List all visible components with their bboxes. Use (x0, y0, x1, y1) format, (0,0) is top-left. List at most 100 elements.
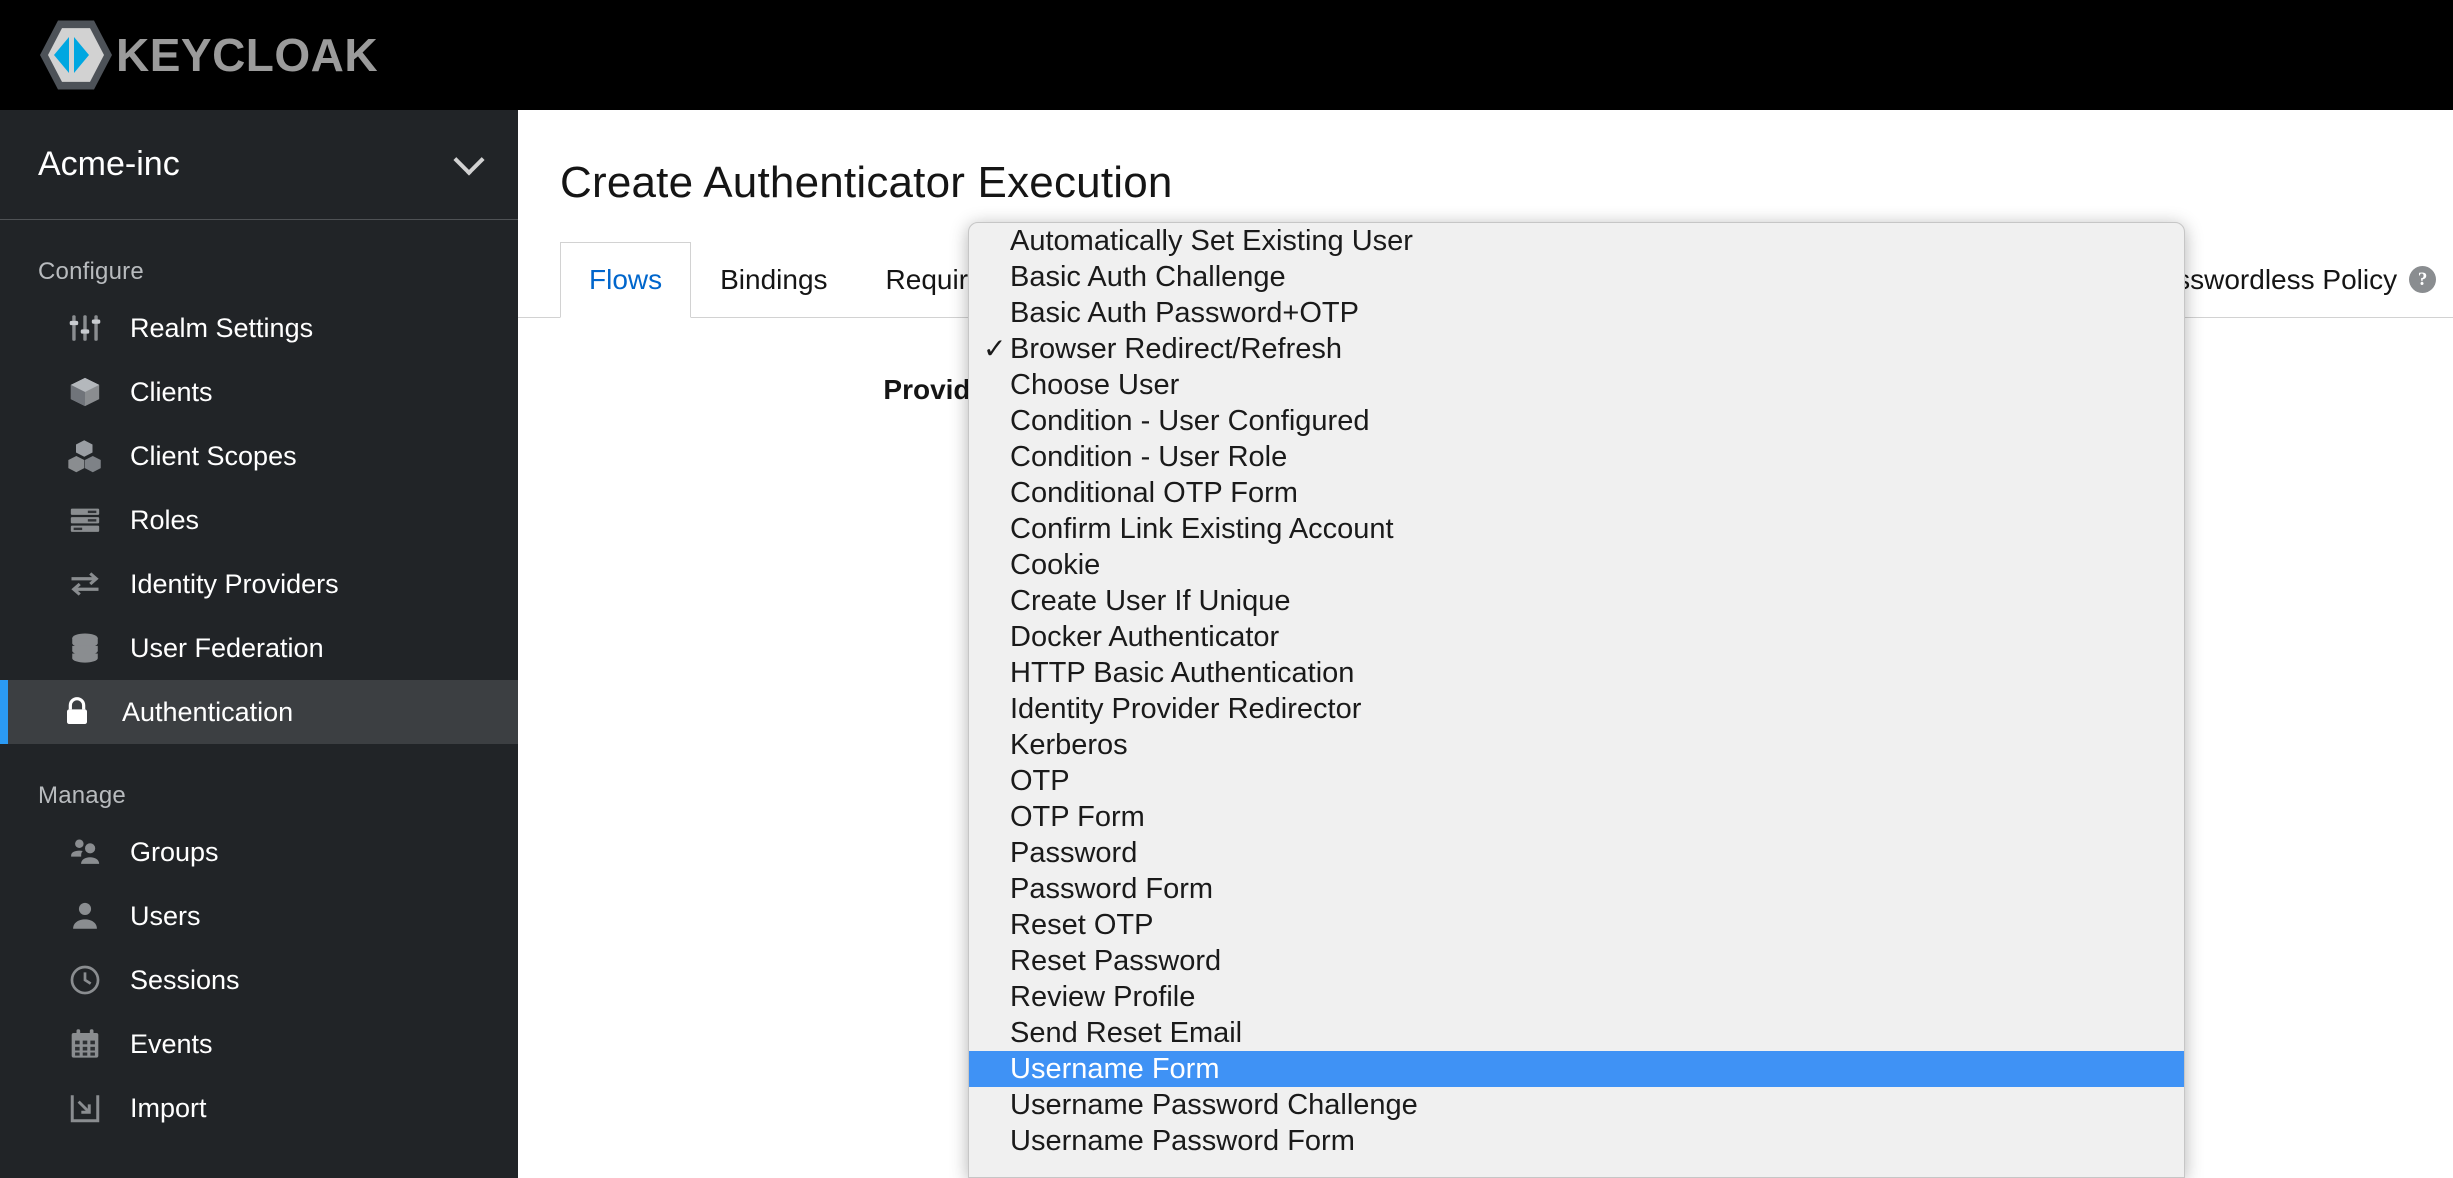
dropdown-option[interactable]: Password Form (969, 871, 2184, 907)
nav-group-title-configure: Configure (38, 258, 144, 285)
dropdown-option-label: Reset OTP (1010, 908, 1154, 941)
dropdown-option[interactable]: Cookie (969, 547, 2184, 583)
dropdown-option[interactable]: Condition - User Configured (969, 403, 2184, 439)
sidebar-item-label: Client Scopes (130, 440, 297, 471)
dropdown-option-label: Condition - User Configured (1010, 404, 1370, 437)
dropdown-option[interactable]: Username Password Form (969, 1123, 2184, 1159)
dropdown-option-label: Kerberos (1010, 728, 1128, 761)
dropdown-option[interactable]: Reset Password (969, 943, 2184, 979)
tab-flows[interactable]: Flows (560, 242, 692, 318)
dropdown-option-label: Choose User (1010, 368, 1180, 401)
masthead: KEYCLOAK (0, 0, 2453, 110)
sidebar-item-events[interactable]: Events (0, 1012, 518, 1076)
users-icon (66, 833, 104, 871)
dropdown-option[interactable]: ✓ Browser Redirect/Refresh (969, 331, 2184, 367)
dropdown-option-label: OTP Form (1010, 800, 1145, 833)
database-icon (66, 629, 104, 667)
keycloak-hex-logo-icon (40, 15, 112, 95)
dropdown-option[interactable]: Password (969, 835, 2184, 871)
user-icon (66, 897, 104, 935)
dropdown-option[interactable]: Choose User (969, 367, 2184, 403)
sidebar-item-authentication[interactable]: Authentication (0, 680, 518, 744)
sidebar-item-label: Identity Providers (130, 568, 339, 599)
sidebar-item-realm-settings[interactable]: Realm Settings (0, 296, 518, 360)
dropdown-option[interactable]: Username Password Challenge (969, 1087, 2184, 1123)
dropdown-option-label: Username Form (1010, 1052, 1220, 1085)
cubes-icon (66, 437, 104, 475)
dropdown-option-label: Username Password Challenge (1010, 1088, 1418, 1121)
dropdown-option[interactable]: Docker Authenticator (969, 619, 2184, 655)
sliders-icon (66, 309, 104, 347)
check-icon: ✓ (983, 333, 1007, 364)
dropdown-option-label: Username Password Form (1010, 1124, 1355, 1157)
dropdown-option-label: Docker Authenticator (1010, 620, 1280, 653)
dropdown-option-label: Basic Auth Challenge (1010, 260, 1286, 293)
sidebar-item-label: Import (130, 1092, 207, 1123)
dropdown-option-label: Identity Provider Redirector (1010, 692, 1362, 725)
dropdown-option-label: Password (1010, 836, 1138, 869)
exchange-arrows-icon (66, 565, 104, 603)
realm-selector[interactable]: Acme-inc (0, 110, 518, 220)
dropdown-option[interactable]: Create User If Unique (969, 583, 2184, 619)
dropdown-option[interactable]: Basic Auth Password+OTP (969, 295, 2184, 331)
sidebar-item-label: Groups (130, 836, 219, 867)
dropdown-option[interactable]: Send Reset Email (969, 1015, 2184, 1051)
sidebar-item-roles[interactable]: Roles (0, 488, 518, 552)
dropdown-option[interactable]: Username Form (969, 1051, 2184, 1087)
dropdown-option[interactable]: Confirm Link Existing Account (969, 511, 2184, 547)
realm-name: Acme-inc (38, 145, 180, 183)
sidebar-item-label: Authentication (122, 696, 294, 727)
dropdown-option[interactable]: Condition - User Role (969, 439, 2184, 475)
sidebar-item-label: Roles (130, 504, 200, 535)
sidebar-item-label: Clients (130, 376, 213, 407)
sidebar-item-clients[interactable]: Clients (0, 360, 518, 424)
page-title: Create Authenticator Execution (560, 158, 1173, 207)
brand-logo[interactable]: KEYCLOAK (40, 15, 378, 95)
dropdown-option[interactable]: Automatically Set Existing User (969, 223, 2184, 259)
sidebar-item-label: Events (130, 1028, 213, 1059)
dropdown-option[interactable]: Conditional OTP Form (969, 475, 2184, 511)
tab-label: Flows (589, 264, 663, 295)
dropdown-option-label: Browser Redirect/Refresh (1010, 332, 1342, 365)
nav-group-manage: Manage Groups Users Sessions Events Impo… (0, 744, 518, 1140)
dropdown-option-label: Conditional OTP Form (1010, 476, 1298, 509)
help-circle-icon[interactable]: ? (2409, 266, 2437, 293)
dropdown-option-label: OTP (1010, 764, 1070, 797)
chevron-down-icon (453, 143, 485, 176)
sidebar-item-sessions[interactable]: Sessions (0, 948, 518, 1012)
dropdown-option[interactable]: Review Profile (969, 979, 2184, 1015)
dropdown-option-label: Cookie (1010, 548, 1101, 581)
cube-icon (66, 373, 104, 411)
sidebar-item-identity-providers[interactable]: Identity Providers (0, 552, 518, 616)
dropdown-option-label: Confirm Link Existing Account (1010, 512, 1394, 545)
clock-icon (66, 961, 104, 999)
provider-dropdown-menu[interactable]: Automatically Set Existing User Basic Aut… (968, 222, 2185, 1178)
dropdown-option[interactable]: OTP (969, 763, 2184, 799)
tab-bindings[interactable]: Bindings (691, 242, 856, 317)
nav-group-configure: Configure Realm Settings Clients Client … (0, 220, 518, 744)
sidebar-item-import[interactable]: Import (0, 1076, 518, 1140)
dropdown-option[interactable]: Identity Provider Redirector (969, 691, 2184, 727)
dropdown-option[interactable]: Reset OTP (969, 907, 2184, 943)
sidebar: Acme-inc Configure Realm Settings Client… (0, 110, 518, 1178)
dropdown-option-label: Review Profile (1010, 980, 1196, 1013)
lock-icon (58, 693, 96, 731)
nav-group-title-manage: Manage (38, 782, 126, 809)
brand-text: KEYCLOAK (116, 29, 379, 81)
calendar-icon (66, 1025, 104, 1063)
sidebar-item-users[interactable]: Users (0, 884, 518, 948)
dropdown-option-label: Basic Auth Password+OTP (1010, 296, 1359, 329)
list-rows-icon (66, 501, 104, 539)
import-arrow-icon (66, 1089, 104, 1127)
sidebar-item-groups[interactable]: Groups (0, 820, 518, 884)
sidebar-item-label: Sessions (130, 964, 240, 995)
dropdown-option[interactable]: HTTP Basic Authentication (969, 655, 2184, 691)
dropdown-option-label: HTTP Basic Authentication (1010, 656, 1355, 689)
dropdown-option-label: Password Form (1010, 872, 1214, 905)
sidebar-item-client-scopes[interactable]: Client Scopes (0, 424, 518, 488)
dropdown-option-label: Condition - User Role (1010, 440, 1288, 473)
sidebar-item-user-federation[interactable]: User Federation (0, 616, 518, 680)
dropdown-option[interactable]: Kerberos (969, 727, 2184, 763)
dropdown-option[interactable]: OTP Form (969, 799, 2184, 835)
dropdown-option[interactable]: Basic Auth Challenge (969, 259, 2184, 295)
